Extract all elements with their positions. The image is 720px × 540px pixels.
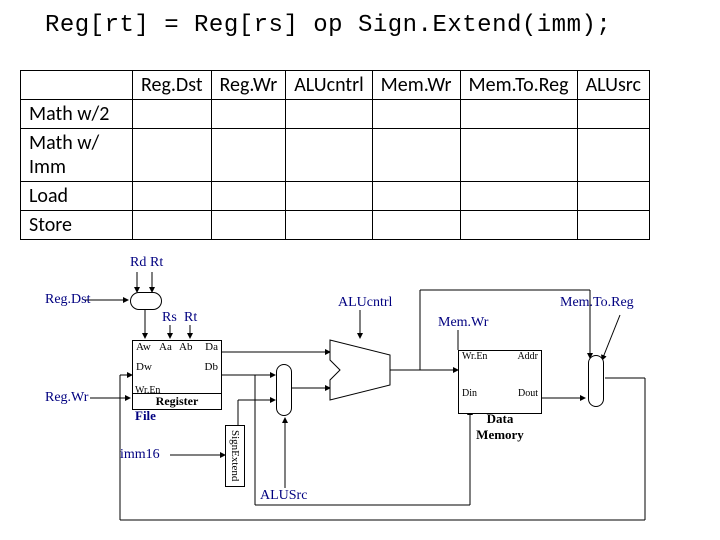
label-memwr: Mem.Wr xyxy=(438,315,488,331)
th-memtoreg: Mem.To.Reg xyxy=(460,71,577,100)
table-row: Math w/Imm xyxy=(21,129,650,182)
th-blank xyxy=(21,71,133,100)
label-rs: Rs xyxy=(162,310,177,326)
mux-alusrc xyxy=(276,364,292,416)
table-row: Store xyxy=(21,211,650,240)
table-header-row: Reg.Dst Reg.Wr ALUcntrl Mem.Wr Mem.To.Re… xyxy=(21,71,650,100)
page-title: Reg[rt] = Reg[rs] op Sign.Extend(imm); xyxy=(45,12,611,39)
label-memtoreg: Mem.To.Reg xyxy=(560,295,634,311)
block-signextend: SignExtend xyxy=(225,425,245,487)
mux-regdst xyxy=(130,292,162,310)
datapath-diagram: Rd Rt Reg.Dst Rs Rt Aw Aa Ab Da Dw Db Wr… xyxy=(60,260,660,530)
th-memwr: Mem.Wr xyxy=(372,71,460,100)
label-imm16: imm16 xyxy=(120,447,160,463)
label-regwr: Reg.Wr xyxy=(45,390,88,406)
label-rt: Rt xyxy=(150,255,163,271)
table-row: Math w/2 xyxy=(21,100,650,129)
th-regdst: Reg.Dst xyxy=(133,71,212,100)
mux-memtoreg xyxy=(588,355,604,407)
th-alucntrl: ALUcntrl xyxy=(286,71,372,100)
th-alusrc: ALUsrc xyxy=(577,71,649,100)
block-register-file: Aw Aa Ab Da Dw Db Wr.En Register xyxy=(132,340,222,410)
label-alucntrl: ALUcntrl xyxy=(338,295,392,311)
table-row: Load xyxy=(21,182,650,211)
label-rt2: Rt xyxy=(184,310,197,326)
label-rd: Rd xyxy=(130,255,146,271)
label-alusrc: ALUSrc xyxy=(260,488,307,504)
control-table: Reg.Dst Reg.Wr ALUcntrl Mem.Wr Mem.To.Re… xyxy=(20,70,650,240)
label-regdst: Reg.Dst xyxy=(45,292,91,308)
th-regwr: Reg.Wr xyxy=(211,71,286,100)
block-data-memory: Wr.En Addr Din Dout DataMemory xyxy=(458,350,542,414)
